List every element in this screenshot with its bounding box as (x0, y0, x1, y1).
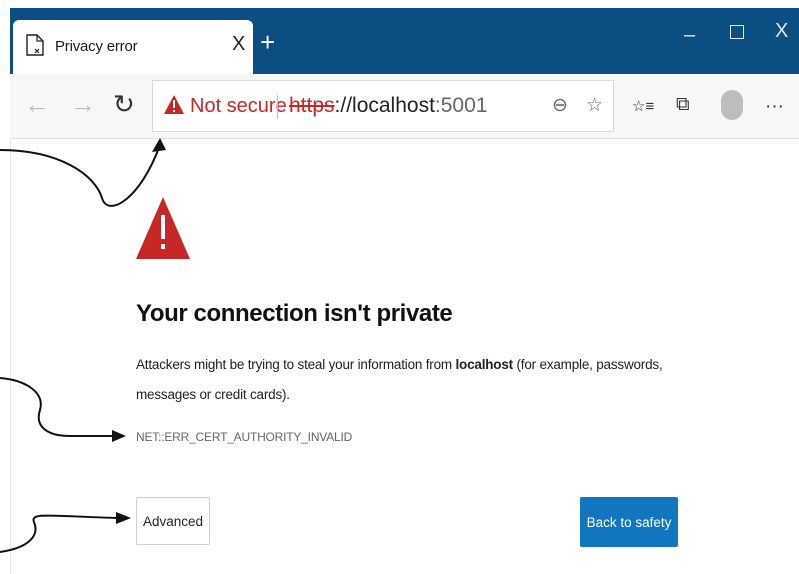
arrow-to-not-secure (0, 144, 161, 207)
arrow-to-error-code (0, 377, 112, 437)
arrow-to-advanced (0, 514, 117, 553)
annotation-arrows (0, 138, 166, 553)
